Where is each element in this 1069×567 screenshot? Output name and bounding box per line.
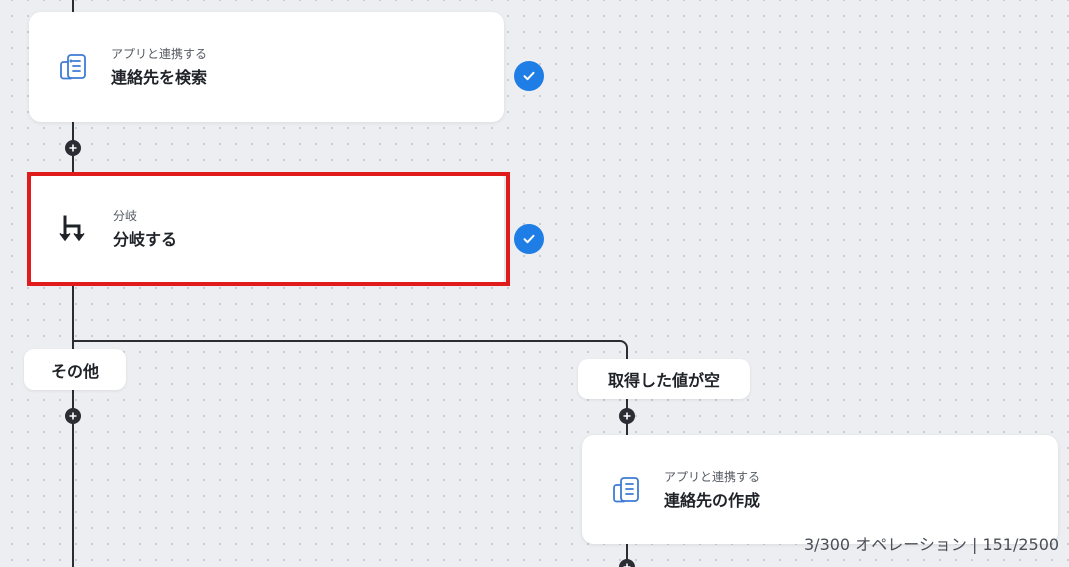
completed-check-icon [514,224,544,254]
node-subtitle: アプリと連携する [664,469,761,484]
branch-label-empty[interactable]: 取得した値が空 [578,359,750,399]
flow-node-create-contact[interactable]: アプリと連携する 連絡先の作成 [582,435,1058,544]
node-subtitle: 分岐 [113,209,138,223]
connector-top [72,0,74,12]
connector-branch-down [72,285,74,567]
node-title: 連絡先の作成 [664,490,761,510]
add-step-button[interactable] [619,408,635,424]
plus-icon [623,563,631,567]
plus-icon [69,144,77,152]
node-subtitle: アプリと連携する [111,47,208,61]
connector-branch-horizontal [72,340,620,342]
node-title: 分岐する [113,230,178,249]
node-title: 連絡先を検索 [111,68,208,87]
flow-node-branch[interactable]: 分岐 分岐する [31,175,504,283]
app-document-icon [608,472,644,508]
plus-icon [69,412,77,420]
add-step-button[interactable] [65,408,81,424]
operation-usage-status: 3/300 オペレーション | 151/2500 [804,535,1060,554]
add-step-button[interactable] [65,140,81,156]
branch-icon [57,211,93,247]
branch-label-other[interactable]: その他 [24,349,126,390]
flow-node-search-contacts[interactable]: アプリと連携する 連絡先を検索 [29,12,504,122]
app-document-icon [55,49,91,85]
plus-icon [623,412,631,420]
completed-check-icon [514,61,544,91]
add-step-button[interactable] [619,559,635,567]
